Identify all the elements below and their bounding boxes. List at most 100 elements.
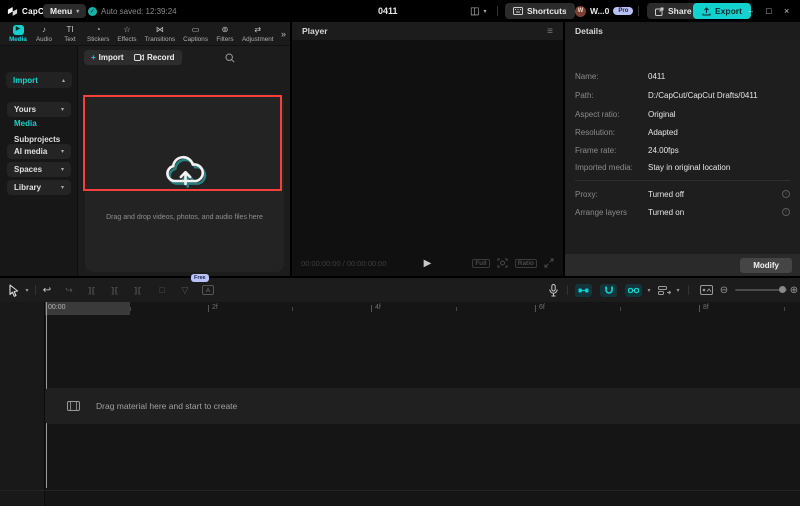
detail-label: Proxy: [575,190,648,199]
delete-left-button[interactable]: ][ [108,278,122,302]
microphone-icon [549,284,558,297]
player-panel: Player ≡ 00:00:00:00 / 00:00:00:00 ▶ Ful… [292,22,563,276]
chevron-down-icon: ▾ [61,184,64,191]
linking-options-caret[interactable]: ▾ [645,278,653,302]
magnetic-timeline-toggle[interactable] [575,278,592,302]
fullscreen-icon[interactable] [544,258,554,268]
chevron-down-icon: ▾ [61,106,64,113]
info-icon[interactable]: i [782,208,790,216]
details-header: Details [565,22,800,40]
play-button[interactable]: ▶ [424,258,432,269]
tab-filters[interactable]: ⊚ Filters [213,24,237,44]
linking-toggle[interactable] [625,278,642,302]
export-button[interactable]: Export [693,0,751,22]
expand-tabs-icon[interactable]: » [281,29,286,39]
select-tool-caret[interactable]: ▾ [23,278,31,302]
zoom-out-icon[interactable]: ⊖ [718,278,730,302]
player-controls: 00:00:00:00 / 00:00:00:00 ▶ Full Ratio [292,250,563,276]
split-button[interactable]: ][ [85,278,99,302]
project-title: 0411 [378,0,398,22]
hamburger-menu-icon[interactable]: ≡ [547,26,553,37]
frame-preview-icon[interactable] [497,258,508,268]
share-button[interactable]: Share [647,0,700,22]
select-tool-button[interactable] [6,278,22,302]
delete-button[interactable]: □ [155,278,169,302]
track-options-button[interactable] [656,278,672,302]
detail-label: Frame rate: [575,146,648,155]
tab-adjustment[interactable]: ⇄ Adjustment [239,24,277,44]
ruler-minor-tick [292,307,293,311]
sidebar-group-spaces[interactable]: Spaces ▾ [7,162,71,177]
film-icon [67,401,80,411]
track-options-caret[interactable]: ▾ [674,278,682,302]
ratio-button[interactable]: Ratio [515,259,537,268]
quality-button[interactable]: Full [472,259,490,268]
search-icon[interactable] [225,53,235,63]
tab-captions[interactable]: ▭ Captions [180,24,211,44]
account-button[interactable]: W W...0 Pro [575,0,633,22]
detail-label: Aspect ratio: [575,110,648,119]
menu-button[interactable]: Menu▾ [43,0,86,22]
modify-button[interactable]: Modify [740,258,792,273]
tab-text[interactable]: TI Text [58,24,82,44]
keyboard-icon [513,7,523,15]
divider [35,285,36,295]
zoom-fit-icon[interactable]: ⊕ [788,278,800,302]
tab-stickers[interactable]: ◔ Stickers [84,24,112,44]
record-button[interactable]: Record [127,50,182,65]
ruler-tick: 2f [212,304,218,311]
redo-button[interactable]: ↪ [62,278,76,302]
snapping-toggle[interactable] [600,278,617,302]
detail-row-imported-media: Imported media: Stay in original locatio… [575,163,790,172]
undo-button[interactable]: ↩ [40,278,54,302]
tab-transitions[interactable]: ⋈ Transitions [142,24,179,44]
import-dropdown[interactable]: Import ▴ [6,72,72,88]
minimize-button[interactable]: – [748,0,762,22]
chevron-down-icon: ▾ [76,8,79,15]
empty-track-text: Drag material here and start to create [96,401,237,411]
media-sidebar: Import ▴ Media Subprojects Yours ▾ AI me… [0,46,78,276]
sidebar-item-subprojects[interactable]: Subprojects [14,135,60,144]
detail-label: Path: [575,91,648,100]
close-button[interactable]: × [784,0,798,22]
sidebar-group-yours[interactable]: Yours ▾ [7,102,71,117]
record-voiceover-button[interactable] [545,278,561,302]
sticker-icon: ◔ [96,25,101,35]
detail-value: 0411 [648,72,665,81]
cursor-icon [9,284,19,297]
shortcuts-button[interactable]: Shortcuts [505,0,575,22]
tab-label: Adjustment [242,36,274,43]
divider [497,6,498,16]
ruler-minor-tick [456,307,457,311]
tab-effects[interactable]: ☆ Effects [114,24,139,44]
shortcuts-label: Shortcuts [527,6,567,16]
maximize-button[interactable]: □ [766,0,780,22]
ruler-tick: 6f [539,304,545,311]
tab-label: Text [64,36,76,43]
tab-media[interactable]: ▶ Media [6,24,30,44]
sidebar-group-library[interactable]: Library ▾ [7,180,71,195]
delete-right-button[interactable]: ][ [131,278,145,302]
camera-icon [134,54,144,61]
detail-value: Turned off [648,190,684,199]
empty-track-placeholder[interactable]: Drag material here and start to create [45,388,800,424]
check-icon: ✓ [88,7,97,16]
details-panel: Details Name: 0411 Path: D:/CapCut/CapCu… [565,22,800,276]
ruler-minor-tick [784,307,785,311]
ruler-minor-tick [620,307,621,311]
sidebar-group-ai-media[interactable]: AI media ▾ [7,144,71,159]
tab-audio[interactable]: ♪ Audio [32,24,56,44]
sidebar-item-media[interactable]: Media [14,119,37,128]
timeline-area[interactable]: 00:00 2f 4f 6f 8f Drag material here and… [0,302,800,506]
mask-icon[interactable]: ▽ [178,278,192,302]
layout-switcher-button[interactable]: ◫ ▾ [470,0,486,22]
divider [567,285,568,295]
info-icon[interactable]: i [782,190,790,198]
import-media-button[interactable]: + Import [84,50,131,65]
layout-icon: ◫ [470,6,479,17]
chevron-up-icon: ▴ [62,77,65,84]
zoom-slider-thumb[interactable] [779,286,786,293]
divider [0,490,800,491]
divider [688,285,689,295]
preview-axis-toggle[interactable] [697,278,715,302]
